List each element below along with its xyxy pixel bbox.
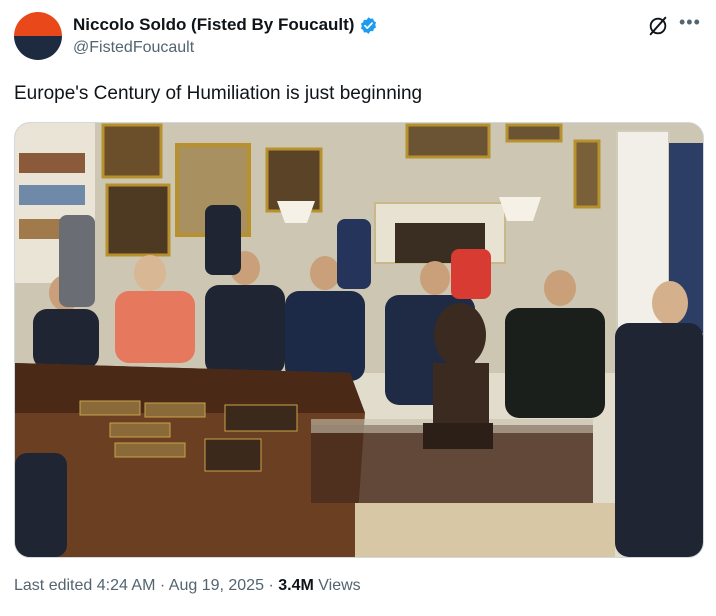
author-block: Niccolo Soldo (Fisted By Foucault) @Fist… [73,15,378,57]
author-name-row[interactable]: Niccolo Soldo (Fisted By Foucault) [73,15,378,35]
verified-badge-icon [361,16,377,34]
tweet-photo[interactable] [14,122,704,558]
tweet-text: Europe's Century of Humiliation is just … [14,83,423,104]
views-count: 3.4M [278,577,314,594]
author-display-name[interactable]: Niccolo Soldo (Fisted By Foucault) [73,15,354,35]
avatar[interactable] [14,12,62,60]
more-options-icon[interactable]: ••• [679,12,701,33]
footer-separator: · [159,577,166,594]
author-handle[interactable]: @FistedFoucault [73,39,378,57]
last-edited-time[interactable]: Last edited 4:24 AM [14,577,155,594]
views-label: Views [318,577,361,594]
grok-icon[interactable] [647,15,669,37]
footer-separator-2: · [268,577,274,594]
tweet-header: Niccolo Soldo (Fisted By Foucault) @Fist… [14,12,704,64]
tweet-date[interactable]: Aug 19, 2025 [169,577,264,594]
tweet-footer: Last edited 4:24 AM · Aug 19, 2025 · 3.4… [14,577,361,595]
